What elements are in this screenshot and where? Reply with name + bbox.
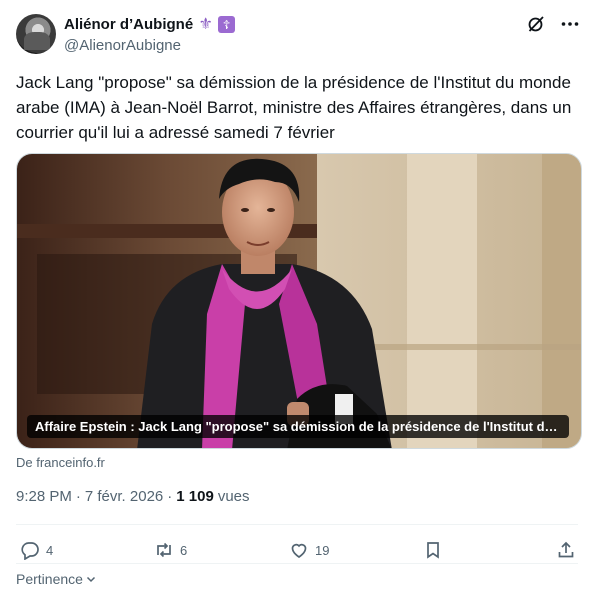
top-actions [526, 14, 580, 34]
tweet: Aliénor d’Aubigné ⚜ ☦ @AlienorAubigne Ja… [0, 0, 594, 601]
tweet-time[interactable]: 9:28 PM [16, 488, 72, 505]
share-upload-icon [558, 541, 574, 558]
share-button[interactable] [556, 536, 576, 564]
like-button[interactable]: 19 [289, 536, 329, 564]
orthodox-cross-icon: ☦ [218, 16, 236, 33]
card-source[interactable]: De franceinfo.fr [16, 455, 105, 470]
views-label: vues [217, 488, 250, 505]
link-card[interactable]: Affaire Epstein : Jack Lang "propose" sa… [16, 153, 582, 449]
avatar[interactable] [16, 14, 56, 54]
bookmark-icon [427, 542, 439, 559]
like-count: 19 [315, 542, 330, 558]
pertinence-label: Pertinence [16, 571, 83, 587]
tweet-date[interactable]: 7 févr. 2026 [85, 488, 163, 505]
repost-button[interactable]: 6 [154, 536, 187, 564]
action-bar: 4 6 19 [16, 536, 578, 564]
reply-button[interactable]: 4 [20, 536, 53, 564]
sort-pertinence-dropdown[interactable]: Pertinence [16, 571, 97, 587]
author-display-name[interactable]: Aliénor d’Aubigné [64, 16, 193, 33]
chevron-down-icon [86, 576, 95, 583]
views-count: 1 109 [176, 488, 214, 505]
more-horizontal-icon[interactable] [560, 14, 580, 34]
meta-separator: · [75, 488, 81, 505]
fleur-de-lis-icon: ⚜ [198, 15, 213, 33]
meta-separator: · [167, 488, 173, 505]
tweet-meta: 9:28 PM · 7 févr. 2026 · 1 109 vues [16, 488, 250, 505]
repost-count: 6 [180, 542, 188, 558]
card-photo [17, 154, 581, 448]
speech-bubble-icon [21, 542, 39, 560]
bookmark-button[interactable] [423, 536, 443, 564]
author-name-row: Aliénor d’Aubigné ⚜ ☦ [64, 15, 236, 33]
repost-arrows-icon [157, 542, 171, 558]
author-handle[interactable]: @AlienorAubigne [64, 37, 181, 54]
grok-slash-circle-icon[interactable] [526, 14, 546, 34]
reply-count: 4 [46, 542, 54, 558]
tweet-text: Jack Lang "propose" sa démission de la p… [16, 73, 572, 142]
divider [16, 563, 578, 564]
card-caption: Affaire Epstein : Jack Lang "propose" sa… [27, 415, 569, 438]
heart-icon [291, 543, 307, 558]
divider [16, 524, 578, 525]
